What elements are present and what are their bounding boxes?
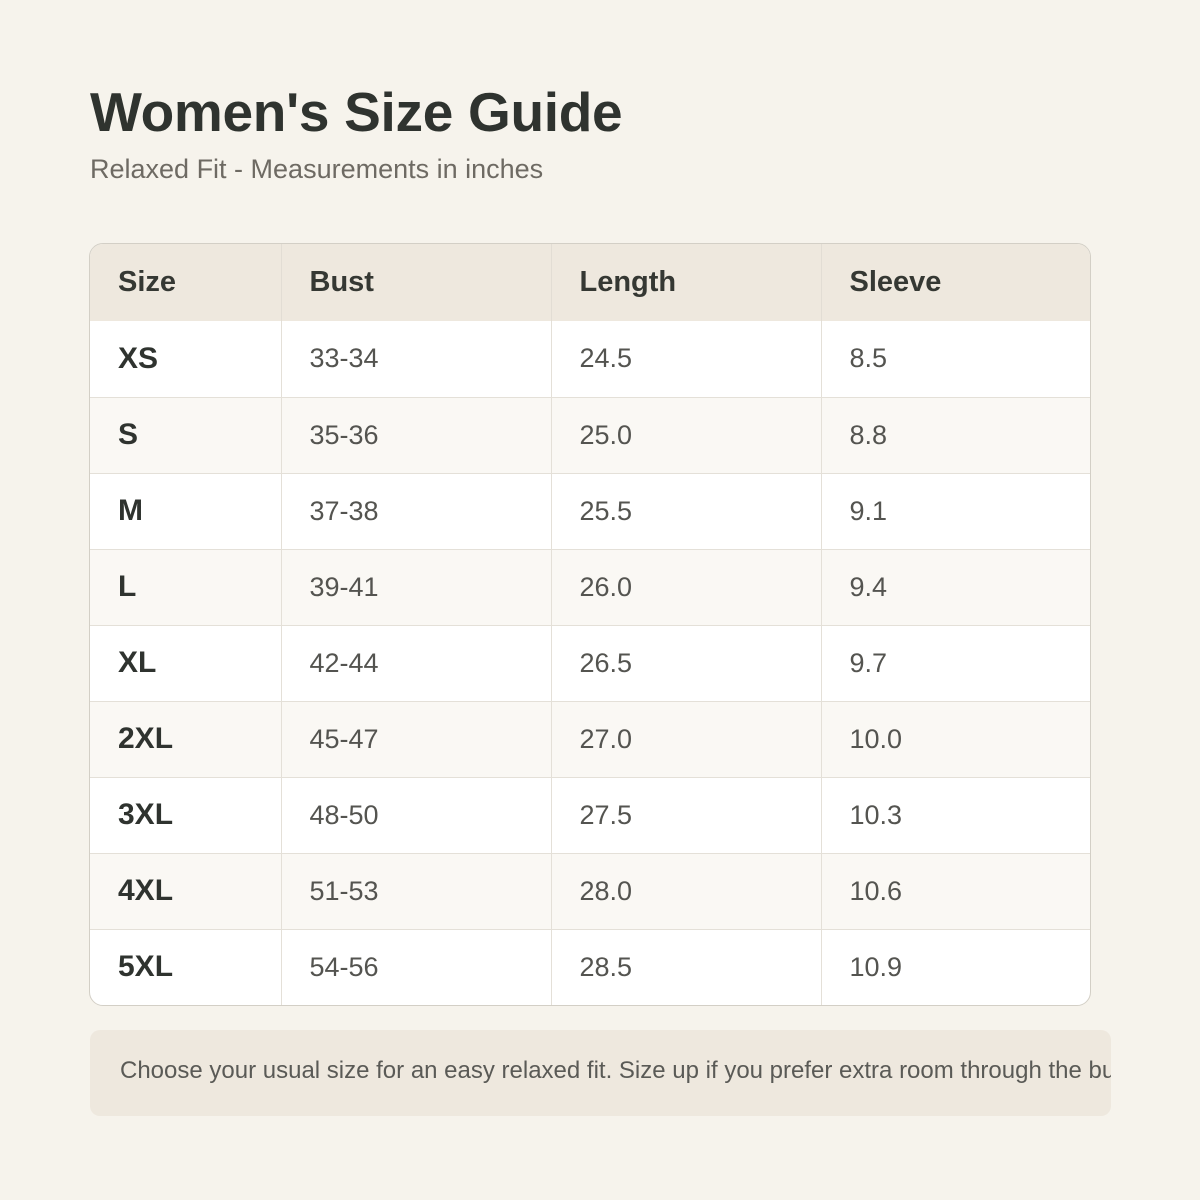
bust-cell: 42-44: [281, 624, 552, 701]
sleeve-cell: 10.9: [821, 928, 1090, 1005]
size-cell: 5XL: [90, 928, 282, 1005]
table-row: L 39-41 26.0 9.4: [90, 548, 1090, 625]
length-cell: 25.5: [551, 472, 822, 549]
fit-note-text: Choose your usual size for an easy relax…: [120, 1057, 1111, 1084]
length-cell: 27.5: [551, 776, 822, 853]
size-cell: S: [90, 396, 282, 473]
length-cell: 28.5: [551, 928, 822, 1005]
bust-cell: 39-41: [281, 548, 552, 625]
size-cell: XL: [90, 624, 282, 701]
table-row: M 37-38 25.5 9.1: [90, 472, 1090, 549]
table-row: 2XL 45-47 27.0 10.0: [90, 700, 1090, 777]
size-cell: 2XL: [90, 700, 282, 777]
table-header-row: Size Bust Length Sleeve: [90, 244, 1090, 321]
bust-cell: 45-47: [281, 700, 552, 777]
size-table-container: Size Bust Length Sleeve XS 33-34 24.5 8.…: [89, 243, 1091, 1006]
table-row: XL 42-44 26.5 9.7: [90, 624, 1090, 701]
sleeve-cell: 9.4: [821, 548, 1090, 625]
column-header-length: Length: [551, 244, 822, 321]
column-header-size: Size: [90, 244, 282, 321]
size-cell: M: [90, 472, 282, 549]
column-header-sleeve: Sleeve: [821, 244, 1090, 321]
sleeve-cell: 10.0: [821, 700, 1090, 777]
bust-cell: 37-38: [281, 472, 552, 549]
size-cell: XS: [90, 321, 282, 397]
sleeve-cell: 9.7: [821, 624, 1090, 701]
size-cell: L: [90, 548, 282, 625]
size-cell: 4XL: [90, 852, 282, 929]
size-guide-page: Women's Size Guide Relaxed Fit - Measure…: [0, 0, 1200, 1200]
bust-cell: 33-34: [281, 321, 552, 397]
sleeve-cell: 10.6: [821, 852, 1090, 929]
fit-note-box: Choose your usual size for an easy relax…: [90, 1030, 1111, 1116]
bust-cell: 51-53: [281, 852, 552, 929]
size-cell: 3XL: [90, 776, 282, 853]
sleeve-cell: 9.1: [821, 472, 1090, 549]
table-row: XS 33-34 24.5 8.5: [90, 321, 1090, 397]
bust-cell: 54-56: [281, 928, 552, 1005]
page-subtitle: Relaxed Fit - Measurements in inches: [90, 154, 544, 184]
table-row: 5XL 54-56 28.5 10.9: [90, 928, 1090, 1005]
length-cell: 24.5: [551, 321, 822, 397]
table-row: S 35-36 25.0 8.8: [90, 396, 1090, 473]
sleeve-cell: 8.5: [849, 343, 888, 374]
sleeve-cell: 10.3: [821, 776, 1090, 853]
length-cell: 26.0: [551, 548, 822, 625]
length-cell: 25.0: [551, 396, 822, 473]
page-title: Women's Size Guide: [90, 81, 623, 143]
sleeve-cell: 8.8: [821, 396, 1090, 473]
length-cell: 26.5: [551, 624, 822, 701]
table-row: 4XL 51-53 28.0 10.6: [90, 852, 1090, 929]
bust-cell: 48-50: [281, 776, 552, 853]
length-cell: 28.0: [551, 852, 822, 929]
bust-cell: 35-36: [281, 396, 552, 473]
table-row: 3XL 48-50 27.5 10.3: [90, 776, 1090, 853]
size-table: Size Bust Length Sleeve XS 33-34 24.5 8.…: [90, 244, 1090, 1005]
length-cell: 27.0: [551, 700, 822, 777]
column-header-bust: Bust: [281, 244, 552, 321]
